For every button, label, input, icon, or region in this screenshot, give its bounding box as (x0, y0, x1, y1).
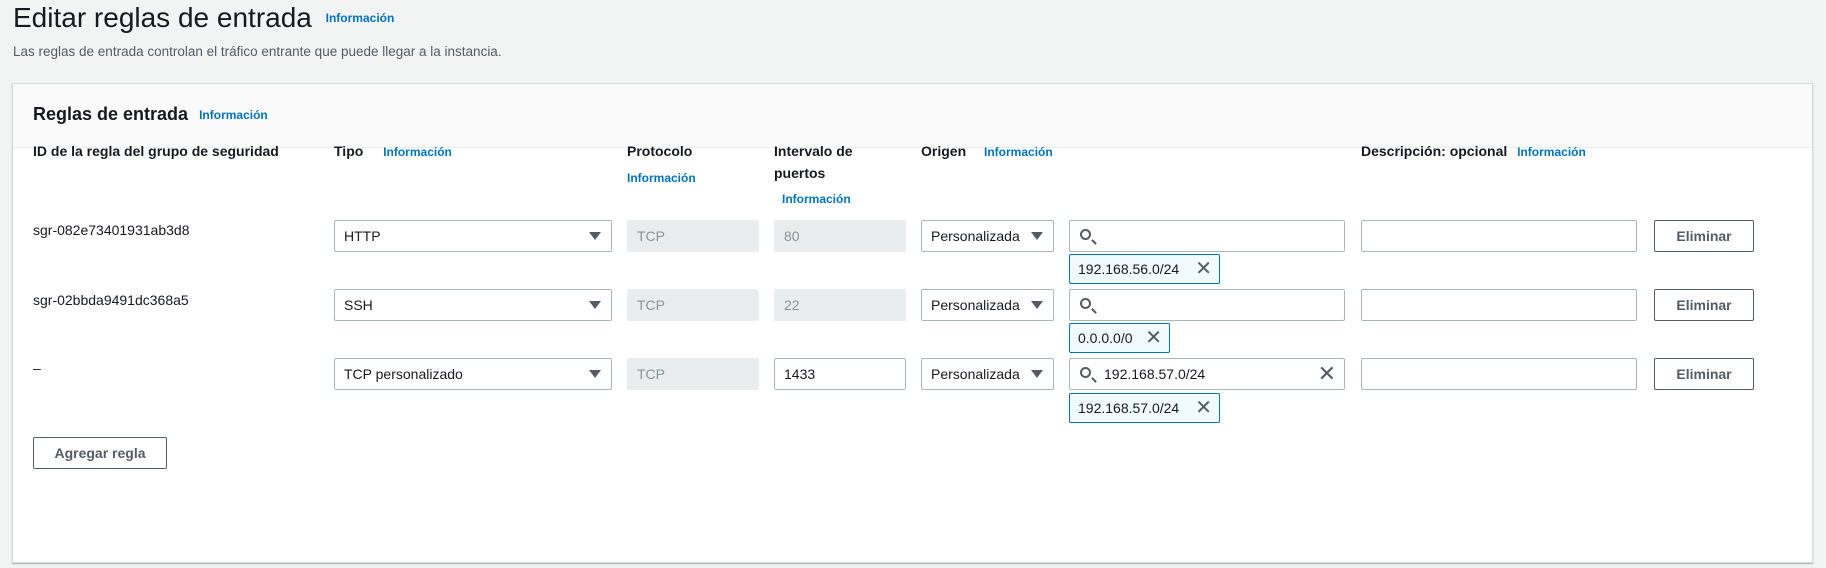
port-range-field: 80 (774, 220, 906, 252)
origin-select[interactable]: Personalizada (921, 220, 1054, 252)
type-select-value: HTTP (344, 228, 381, 244)
port-range-field: 22 (774, 289, 906, 321)
caret-down-icon (589, 370, 601, 378)
col-header-description-label: Descripción: opcional (1361, 143, 1508, 159)
panel-header: Reglas de entrada Información (13, 84, 1812, 148)
page-description: Las reglas de entrada controlan el tráfi… (13, 44, 502, 59)
type-select[interactable]: SSH (334, 289, 612, 321)
cidr-token-label: 192.168.57.0/24 (1078, 400, 1180, 416)
protocol-field: TCP (627, 289, 759, 321)
caret-down-icon (1031, 370, 1043, 378)
caret-down-icon (589, 301, 601, 309)
page-title: Editar reglas de entrada Información (13, 2, 394, 34)
cidr-token-label: 0.0.0.0/0 (1078, 330, 1133, 346)
cidr-token: 0.0.0.0/0 ✕ (1069, 323, 1170, 353)
page-info-link[interactable]: Información (326, 11, 395, 25)
delete-rule-button[interactable]: Eliminar (1654, 289, 1754, 321)
description-info-link[interactable]: Información (1517, 145, 1586, 159)
panel-title: Reglas de entrada Información (33, 104, 268, 125)
origin-info-link[interactable]: Información (984, 145, 1053, 159)
col-header-type: Tipo Información (334, 140, 452, 163)
rule-id: sgr-02bbda9491dc368a5 (33, 292, 189, 308)
remove-token-icon[interactable]: ✕ (1195, 394, 1212, 422)
remove-token-icon[interactable]: ✕ (1145, 324, 1162, 352)
remove-token-icon[interactable]: ✕ (1195, 255, 1212, 283)
description-input[interactable] (1361, 358, 1637, 390)
caret-down-icon (589, 232, 601, 240)
protocol-info-link[interactable]: Información (627, 167, 696, 189)
type-select[interactable]: TCP personalizado (334, 358, 612, 390)
type-select-value: TCP personalizado (344, 366, 463, 382)
cidr-search-input[interactable]: 192.168.57.0/24 ✕ (1069, 358, 1345, 390)
cidr-token: 192.168.56.0/24 ✕ (1069, 254, 1220, 284)
type-info-link[interactable]: Información (383, 145, 452, 159)
port-info-link[interactable]: Información (782, 188, 853, 210)
col-header-port-range: Intervalo de puertos Información (774, 140, 853, 210)
origin-select-value: Personalizada (931, 228, 1020, 244)
col-header-protocol-label: Protocolo (627, 143, 693, 159)
origin-select-value: Personalizada (931, 366, 1020, 382)
col-header-protocol: Protocolo Información (627, 140, 696, 189)
type-select-value: SSH (344, 297, 373, 313)
search-icon (1080, 367, 1091, 378)
origin-select-value: Personalizada (931, 297, 1020, 313)
cidr-search-input[interactable] (1069, 220, 1345, 252)
col-header-port-label-1: Intervalo de (774, 143, 853, 159)
add-rule-button[interactable]: Agregar regla (33, 437, 167, 469)
col-header-origin: Origen Información (921, 140, 1053, 163)
type-select[interactable]: HTTP (334, 220, 612, 252)
protocol-field: TCP (627, 358, 759, 390)
page-title-text: Editar reglas de entrada (13, 2, 312, 33)
panel-title-text: Reglas de entrada (33, 104, 189, 124)
description-input[interactable] (1361, 220, 1637, 252)
rule-id: – (33, 360, 41, 376)
description-input[interactable] (1361, 289, 1637, 321)
rule-id: sgr-082e73401931ab3d8 (33, 222, 190, 238)
caret-down-icon (1031, 232, 1043, 240)
cidr-search-input[interactable] (1069, 289, 1345, 321)
search-icon (1080, 229, 1091, 240)
caret-down-icon (1031, 301, 1043, 309)
col-header-description: Descripción: opcional Información (1361, 140, 1586, 163)
origin-select[interactable]: Personalizada (921, 358, 1054, 390)
col-header-rule-id: ID de la regla del grupo de seguridad (33, 143, 279, 159)
cidr-token-label: 192.168.56.0/24 (1078, 261, 1180, 277)
origin-select[interactable]: Personalizada (921, 289, 1054, 321)
panel-info-link[interactable]: Información (199, 108, 268, 122)
delete-rule-button[interactable]: Eliminar (1654, 358, 1754, 390)
protocol-field: TCP (627, 220, 759, 252)
inbound-rules-panel: Reglas de entrada Información ID de la r… (12, 83, 1813, 563)
col-header-type-label: Tipo (334, 143, 364, 159)
clear-search-icon[interactable]: ✕ (1318, 359, 1336, 389)
col-header-origin-label: Origen (921, 143, 967, 159)
cidr-search-value: 192.168.57.0/24 (1104, 366, 1206, 382)
delete-rule-button[interactable]: Eliminar (1654, 220, 1754, 252)
search-icon (1080, 298, 1091, 309)
col-header-port-label-2: puertos (774, 165, 826, 181)
port-range-input[interactable]: 1433 (774, 358, 906, 390)
cidr-token: 192.168.57.0/24 ✕ (1069, 393, 1220, 423)
